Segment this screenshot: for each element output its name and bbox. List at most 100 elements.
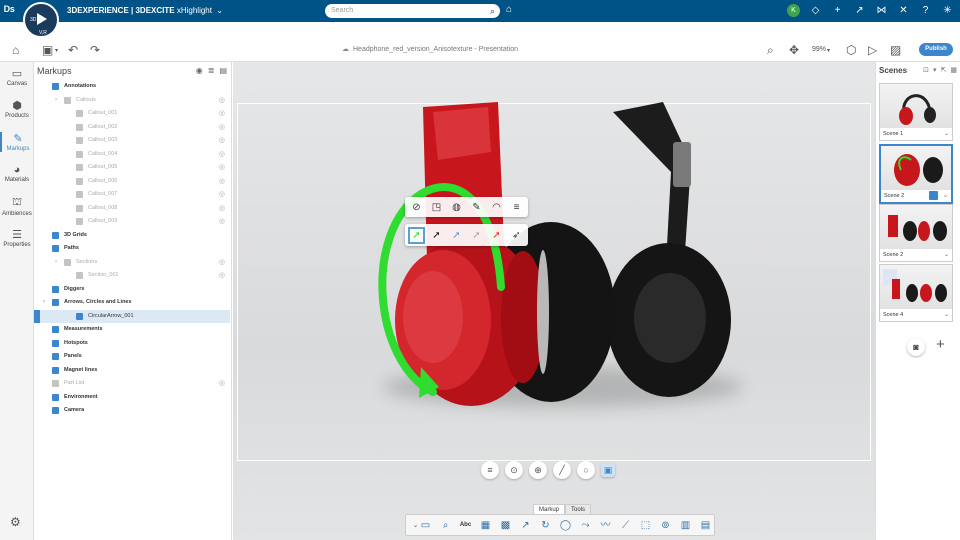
tree-item[interactable]: Callout_007 ◎ [34, 188, 230, 201]
visibility-icon[interactable]: ◎ [219, 377, 225, 390]
visibility-icon[interactable]: ◎ [219, 134, 225, 147]
visibility-icon[interactable]: ◎ [219, 215, 225, 228]
tree-item[interactable]: Diggers [34, 283, 230, 296]
rail-item-canvas[interactable]: ▭ Canvas [0, 67, 34, 87]
visibility-icon[interactable]: ◎ [219, 175, 225, 188]
tree-item[interactable]: Callout_003 ◎ [34, 134, 230, 147]
scene-settings-icon[interactable]: ⊡ [923, 66, 929, 74]
expand-icon[interactable]: › [55, 94, 57, 107]
line-tool-icon[interactable]: ╱ [553, 461, 571, 479]
fit-view-icon[interactable]: ✥ [789, 43, 799, 57]
tree-item[interactable]: Paths [34, 242, 230, 255]
app-brand[interactable]: 3DEXPERIENCE | 3DEXCITE xHighlight ⌄ [67, 6, 223, 15]
tag-icon[interactable]: ⌂ [506, 4, 512, 15]
material-icon[interactable]: ◍ [450, 201, 463, 214]
tree-item[interactable]: Annotations [34, 80, 230, 93]
arrow-red-icon[interactable]: ➚ [490, 229, 503, 242]
tree-item[interactable]: Callout_005 ◎ [34, 161, 230, 174]
path-tool-icon[interactable]: ⤳ [578, 518, 593, 533]
play-presentation-icon[interactable]: ▷ [868, 43, 877, 57]
scene-dropdown-icon[interactable]: ▾ [933, 66, 937, 74]
tree-item[interactable]: Callout_006 ◎ [34, 175, 230, 188]
zoom-level[interactable]: 99% [812, 46, 826, 53]
tree-item[interactable]: Magnet lines [34, 364, 230, 377]
rail-item-ambiences[interactable]: ⛫ Ambiences [0, 196, 34, 217]
scene-card[interactable]: Scene 1 ⌄ [879, 83, 953, 141]
grid-view-icon[interactable]: ▦ [950, 66, 957, 74]
tree-item[interactable]: Callout_002 ◎ [34, 121, 230, 134]
save-icon[interactable]: ▣ [42, 43, 53, 57]
panel-tool-icon[interactable]: ▦ [478, 518, 493, 533]
curve-icon[interactable]: ◠ [490, 201, 503, 214]
visibility-icon[interactable]: ◎ [219, 148, 225, 161]
hotspot-tool-icon[interactable]: ⊚ [658, 518, 673, 533]
tree-item[interactable]: Part List ◎ [34, 377, 230, 390]
image-icon[interactable]: ▨ [890, 43, 901, 57]
chevron-down-icon[interactable]: ⌄ [944, 251, 949, 259]
lines-icon[interactable]: ≡ [510, 201, 523, 214]
redo-icon[interactable]: ↷ [90, 43, 100, 57]
tree-item[interactable]: › Sections ◎ [34, 256, 230, 269]
cube-icon[interactable]: ⬡ [846, 43, 856, 57]
bookmark-icon[interactable]: ◇ [809, 5, 822, 16]
chevron-down-icon[interactable]: ⌄ [943, 192, 948, 200]
panel-options-icon[interactable]: ▤ [219, 66, 227, 75]
shape-icon[interactable]: ◳ [430, 201, 443, 214]
visibility-icon[interactable]: ◎ [219, 188, 225, 201]
undo-icon[interactable]: ↶ [68, 43, 78, 57]
visibility-icon[interactable]: ◎ [219, 94, 225, 107]
search-markup-icon[interactable]: ⌕ [438, 518, 453, 533]
publish-button[interactable]: Publish [919, 43, 953, 56]
ds-logo-icon[interactable]: ᴰˢ [4, 3, 15, 18]
visibility-icon[interactable]: ◎ [219, 121, 225, 134]
menu-icon[interactable]: ≡ [481, 461, 499, 479]
tree-item[interactable]: › Arrows, Circles and Lines [34, 296, 230, 309]
polyline-tool-icon[interactable]: 〰 [598, 518, 613, 533]
collapse-icon[interactable]: ⌄ [408, 518, 423, 533]
capture-scene-button[interactable]: ◙ [907, 338, 925, 356]
scene-link-icon[interactable]: ⇱ [941, 66, 947, 74]
arrow-grey-icon[interactable]: ➚ [470, 229, 483, 242]
search-input[interactable]: Search ⌕ [325, 4, 500, 18]
circle-markup-icon[interactable]: ◯ [558, 518, 573, 533]
orbit-icon[interactable]: ⊕ [529, 461, 547, 479]
text-tool[interactable]: Abc [458, 518, 473, 533]
tree-item[interactable]: Panels [34, 350, 230, 363]
book-tool-icon[interactable]: ▥ [678, 518, 693, 533]
scene-card[interactable]: Scene 2 ⌄ [879, 204, 953, 262]
filter-icon[interactable]: ≣ [208, 66, 215, 75]
tools-icon[interactable]: ✕ [897, 5, 910, 16]
expand-icon[interactable]: › [43, 296, 45, 309]
box-tool-icon[interactable]: ⬚ [638, 518, 653, 533]
tree-item[interactable]: Hotspots [34, 337, 230, 350]
visibility-icon[interactable]: ◎ [219, 202, 225, 215]
view-cube-icon[interactable]: ▣ [601, 463, 615, 477]
tree-item[interactable]: Measurements [34, 323, 230, 336]
tree-item[interactable]: CircularArrow_001 [34, 309, 230, 323]
hide-icon[interactable]: ⊘ [410, 201, 423, 214]
tree-item[interactable]: Callout_001 ◎ [34, 107, 230, 120]
circular-arrow-tool-icon[interactable]: ↻ [538, 518, 553, 533]
help-icon[interactable]: ? [919, 5, 932, 16]
visibility-icon[interactable]: ◎ [219, 256, 225, 269]
visibility-icon[interactable]: ◉ [196, 66, 203, 75]
scene-card[interactable]: Scene 4 ⌄ [879, 264, 953, 322]
grid-tool-icon[interactable]: ▩ [498, 518, 513, 533]
search-icon[interactable]: ⌕ [490, 4, 495, 18]
arrow-black-icon[interactable]: ➚ [430, 229, 443, 242]
visibility-icon[interactable]: ◎ [219, 107, 225, 120]
rail-item-properties[interactable]: ☰ Properties [0, 228, 34, 248]
compass-tool-icon[interactable]: ✳ [941, 5, 954, 16]
target-icon[interactable]: ⊙ [505, 461, 523, 479]
tree-item[interactable]: Camera [34, 404, 230, 417]
measure-tool-icon[interactable]: ⟋ [618, 518, 633, 533]
expand-icon[interactable]: › [55, 256, 57, 269]
tree-item[interactable]: Callout_008 ◎ [34, 202, 230, 215]
zoom-icon[interactable]: ⌕ [767, 43, 774, 58]
rail-item-products[interactable]: ⬢ Products [0, 99, 34, 119]
visibility-icon[interactable]: ◎ [219, 161, 225, 174]
add-icon[interactable]: + [831, 5, 844, 16]
3d-viewport[interactable]: ⊘ ◳ ◍ ✎ ◠ ≡ ➚ ➚ ➚ ➚ ➚ ➶ ≡ ⊙ ⊕ ╱ ○ ▣ Mark… [233, 62, 875, 540]
tree-item[interactable]: Section_001 ◎ [34, 269, 230, 282]
avatar[interactable]: K [787, 4, 800, 17]
